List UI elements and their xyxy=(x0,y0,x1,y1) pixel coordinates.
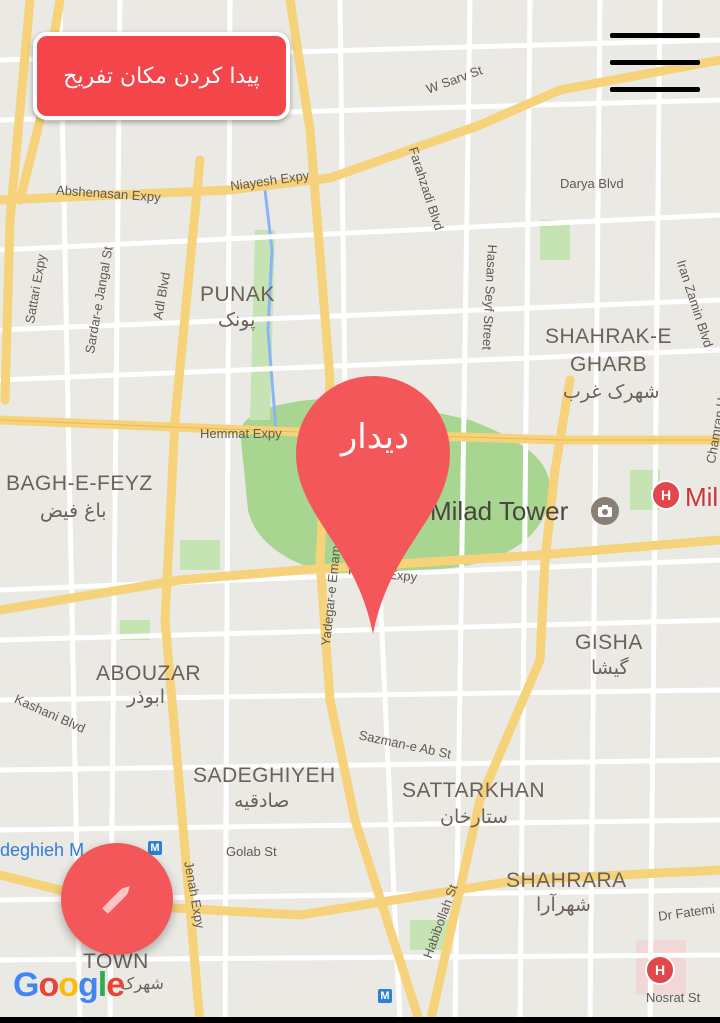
landmark-milad-tower[interactable]: Milad Tower xyxy=(430,496,568,527)
district-shahrak-en: SHAHRAK-E xyxy=(545,325,673,348)
district-shahrak-en2: GHARB xyxy=(570,353,648,376)
hamburger-menu-icon[interactable] xyxy=(608,30,700,96)
district-sattarkhan-en: SATTARKHAN xyxy=(402,779,546,802)
pencil-icon xyxy=(102,886,130,914)
google-logo-letter: l xyxy=(97,966,108,1004)
district-shahrak-fa: شهرک غرب xyxy=(563,381,660,403)
district-sattarkhan-fa: ستارخان xyxy=(440,806,509,828)
find-place-button[interactable]: پیدا کردن مکان تفریح xyxy=(33,32,290,120)
district-punak-fa: پونک xyxy=(218,309,256,331)
street-label: deghieh M xyxy=(0,840,85,860)
google-logo-letter: o xyxy=(58,966,79,1004)
district-sadeghiyeh-fa: صادقیه xyxy=(234,790,290,812)
park-block xyxy=(180,540,220,570)
district-baghefeyz-en: BAGH-E-FEYZ xyxy=(6,472,153,495)
google-logo-letter: e xyxy=(106,966,125,1004)
bottom-edge-bar xyxy=(0,1017,720,1023)
district-punak-en: PUNAK xyxy=(200,283,275,306)
district-sadeghiyeh-en: SADEGHIYEH xyxy=(193,764,336,787)
google-logo-letter: g xyxy=(78,966,99,1004)
camera-icon xyxy=(591,497,619,525)
district-gisha-fa: گیشا xyxy=(591,657,629,679)
district-baghefeyz-fa: باغ فیض xyxy=(40,500,107,522)
map-pin-icon[interactable] xyxy=(296,376,450,638)
district-gisha-en: GISHA xyxy=(575,631,643,654)
hospital-label: Mil xyxy=(685,482,719,512)
district-town-fa: شهرک xyxy=(120,974,164,993)
edit-fab-button[interactable] xyxy=(61,843,173,955)
street-label: Golab St xyxy=(226,844,277,859)
google-logo-letter: o xyxy=(38,966,59,1004)
google-logo: Google xyxy=(13,966,125,1005)
google-logo-letter: G xyxy=(13,966,39,1004)
district-shahrara-en: SHAHRARA xyxy=(506,869,627,892)
metro-icon[interactable]: M xyxy=(378,989,392,1003)
pin-label: دیدار xyxy=(340,417,410,457)
hospital-icon[interactable]: H xyxy=(651,480,681,510)
street-label: Hemmat Expy xyxy=(200,426,282,441)
street-label: Darya Blvd xyxy=(560,176,624,191)
street-label: Nosrat St xyxy=(646,990,701,1005)
hospital-icon[interactable]: H xyxy=(645,955,675,985)
app-screen: PUNAK پونک BAGH-E-FEYZ باغ فیض SHAHRAK-E… xyxy=(0,0,720,1023)
district-shahrara-fa: شهرآرا xyxy=(536,894,591,916)
district-abouzar-en: ABOUZAR xyxy=(96,662,202,685)
district-abouzar-fa: ابوذر xyxy=(127,686,166,708)
